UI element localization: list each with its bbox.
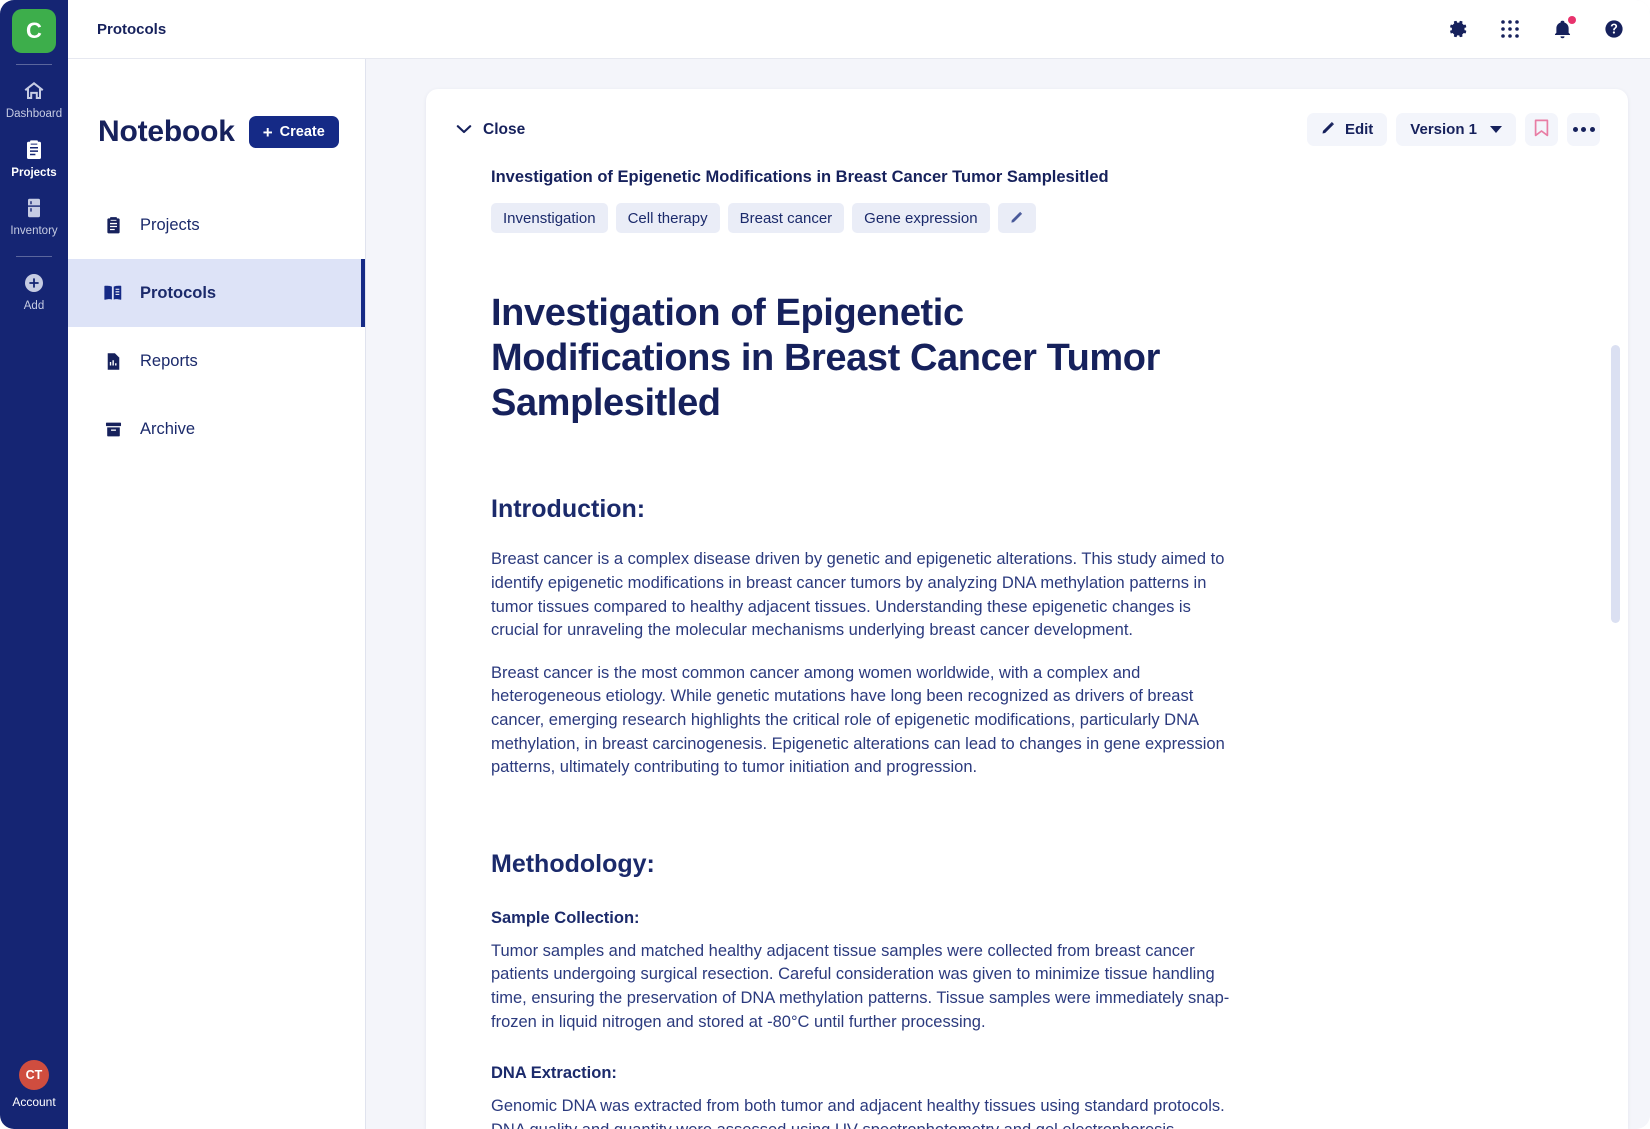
apps-grid-icon[interactable] [1498, 17, 1522, 41]
content-area: Close Edit Version 1 Investigation of Ep… [366, 59, 1650, 1129]
more-horizontal-icon [1572, 127, 1595, 132]
notebook-panel: Notebook + Create Projects Protocols Rep… [68, 59, 366, 1129]
tag-chip[interactable]: Breast cancer [727, 203, 845, 233]
subsection-heading: Sample Collection: [491, 908, 640, 927]
chevron-down-icon [1490, 126, 1502, 133]
avatar[interactable]: CT [18, 1060, 49, 1090]
paragraph: Breast cancer is the most common cancer … [491, 663, 1225, 777]
create-button-label: Create [279, 124, 325, 140]
rail-divider-bottom [16, 255, 52, 257]
rail-item-inventory[interactable]: Inventory [0, 186, 68, 245]
pencil-icon [1010, 210, 1024, 227]
document-body[interactable]: Investigation of Epigenetic Modification… [426, 233, 1628, 1129]
paragraph: Genomic DNA was extracted from both tumo… [491, 1097, 1225, 1129]
sidebar-item-label: Reports [140, 351, 198, 370]
subsection-heading: DNA Extraction: [491, 1064, 617, 1083]
notification-dot [1568, 16, 1576, 24]
rail-item-label: Inventory [10, 225, 58, 238]
notebook-title: Notebook [98, 115, 235, 148]
rail-item-label: Add [23, 299, 45, 312]
sidebar-item-archive[interactable]: Archive [68, 395, 365, 463]
tag-chip[interactable]: Cell therapy [615, 203, 720, 233]
notebook-nav-list: Projects Protocols Reports Archive [68, 191, 365, 463]
body: Notebook + Create Projects Protocols Rep… [68, 59, 1650, 1129]
version-dropdown[interactable]: Version 1 [1396, 113, 1516, 146]
scrollbar[interactable] [1611, 345, 1620, 1129]
tag-chip[interactable]: Gene expression [852, 203, 990, 233]
plus-icon: + [262, 122, 273, 142]
sidebar-item-label: Protocols [140, 283, 217, 302]
rail-divider-top [16, 64, 52, 65]
rail-item-label: Dashboard [5, 108, 63, 120]
top-bar-actions [1446, 16, 1626, 41]
report-icon [102, 351, 124, 372]
bell-icon[interactable] [1550, 16, 1576, 41]
app-window: C Dashboard Projects Inventory Add CT Ac… [0, 0, 1650, 1129]
help-icon[interactable] [1602, 17, 1626, 41]
sidebar-item-protocols[interactable]: Protocols [68, 259, 365, 327]
sidebar-item-reports[interactable]: Reports [68, 327, 365, 395]
page-title: Protocols [97, 20, 167, 38]
bookmark-icon [1534, 119, 1549, 140]
rail-item-projects[interactable]: Projects [0, 128, 68, 187]
app-logo[interactable]: C [12, 9, 56, 53]
document-meta: Investigation of Epigenetic Modification… [426, 146, 1628, 233]
chevron-down-icon [456, 121, 472, 139]
edit-tags-button[interactable] [997, 203, 1036, 233]
rail-item-dashboard[interactable]: Dashboard [0, 69, 68, 128]
scrollbar-thumb[interactable] [1611, 345, 1620, 623]
card-toolbar: Close Edit Version 1 [426, 89, 1628, 146]
document-heading: Investigation of Epigenetic Modification… [491, 292, 1161, 424]
paragraph: Tumor samples and matched healthy adjace… [491, 941, 1230, 1031]
gear-icon[interactable] [1446, 17, 1470, 41]
paragraph: Breast cancer is a complex disease drive… [491, 550, 1225, 640]
close-button[interactable]: Close [456, 121, 525, 139]
rail-item-add[interactable]: Add [0, 261, 68, 320]
plus-circle-icon [21, 270, 47, 296]
book-icon [102, 282, 124, 304]
tag-list: Invenstigation Cell therapy Breast cance… [491, 203, 1598, 233]
card-toolbar-actions: Edit Version 1 [1306, 113, 1600, 146]
account-label: Account [12, 1095, 56, 1109]
section-heading: Introduction: [491, 495, 646, 524]
bookmark-button[interactable] [1525, 113, 1558, 146]
notebook-header: Notebook + Create [68, 115, 365, 149]
clipboard-icon [21, 137, 47, 163]
sidebar-item-projects[interactable]: Projects [68, 191, 365, 259]
pencil-icon [1321, 120, 1336, 139]
clipboard-icon [102, 215, 124, 236]
sidebar-item-label: Archive [140, 419, 196, 438]
account-menu[interactable]: CT Account [12, 1060, 56, 1109]
create-button[interactable]: + Create [248, 116, 339, 148]
sidebar-item-label: Projects [140, 215, 200, 234]
main-area: Protocols Notebook + Create Projects Pro… [68, 0, 1650, 1129]
protocol-card: Close Edit Version 1 Investigation of Ep… [426, 89, 1628, 1129]
fridge-icon [21, 195, 47, 221]
rail-item-label: Projects [11, 166, 57, 179]
archive-icon [102, 419, 124, 440]
document-meta-title: Investigation of Epigenetic Modification… [491, 168, 1109, 186]
more-options-button[interactable] [1567, 113, 1600, 146]
section-heading: Methodology: [491, 849, 655, 878]
primary-nav-rail: C Dashboard Projects Inventory Add CT Ac… [0, 0, 68, 1129]
edit-button-label: Edit [1344, 121, 1374, 138]
home-icon [21, 78, 47, 104]
version-label: Version 1 [1410, 121, 1477, 138]
top-bar: Protocols [68, 0, 1650, 59]
close-button-label: Close [483, 120, 526, 138]
edit-button[interactable]: Edit [1306, 113, 1388, 146]
tag-chip[interactable]: Invenstigation [491, 203, 608, 233]
